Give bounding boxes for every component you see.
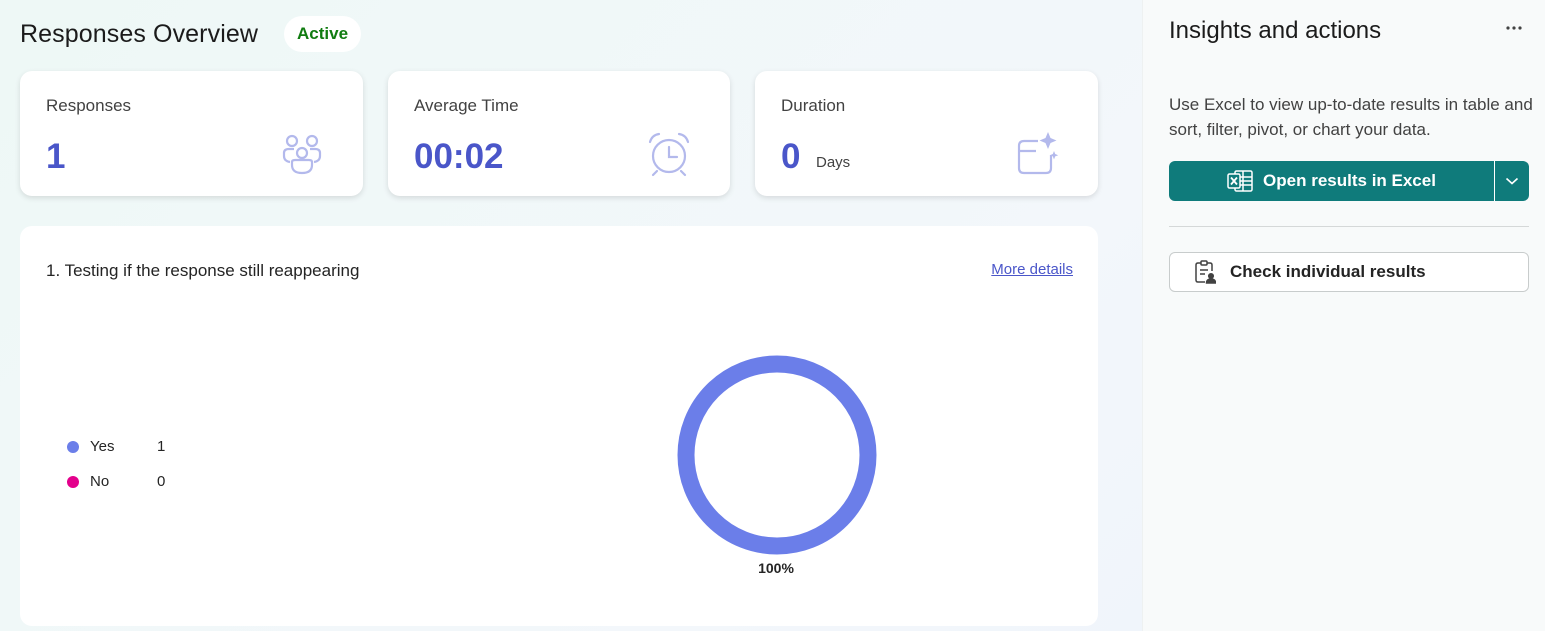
chart-legend: Yes 1 No 0 xyxy=(67,429,165,499)
responses-value: 1 xyxy=(46,137,66,176)
duration-value: 0 xyxy=(781,137,801,176)
alarm-clock-icon xyxy=(648,132,690,177)
duration-unit: Days xyxy=(816,154,851,171)
legend-label-yes: Yes xyxy=(90,438,115,455)
legend-dot-yes xyxy=(67,440,79,453)
overview-header: Responses Overview Active xyxy=(20,16,362,52)
question-card: 1. Testing if the response still reappea… xyxy=(20,226,1098,626)
legend-item-no: No 0 xyxy=(67,464,165,499)
responses-card: Responses 1 xyxy=(20,71,363,196)
legend-label-no: No xyxy=(90,473,110,490)
legend-item-yes: Yes 1 xyxy=(67,429,165,464)
duration-label: Duration xyxy=(781,96,846,115)
responses-label: Responses xyxy=(46,96,132,115)
duration-card: Duration 0 Days xyxy=(755,71,1098,196)
donut-data-label: 100% xyxy=(758,560,794,576)
more-details-link[interactable]: More details xyxy=(991,261,1073,278)
page-title: Responses Overview xyxy=(20,19,259,48)
responses-overview-panel: Responses Overview Active Responses 1 Av… xyxy=(0,0,1142,631)
check-individual-results-button[interactable]: Check individual results xyxy=(1169,252,1529,292)
insights-description: Use Excel to view up-to-date results in … xyxy=(1169,95,1533,139)
people-icon xyxy=(282,134,322,175)
calendar-sparkle-icon xyxy=(1017,132,1059,175)
open-in-excel-split-button: Open results in Excel xyxy=(1169,161,1529,201)
clipboard-person-icon xyxy=(1195,260,1216,284)
divider xyxy=(1169,226,1529,227)
excel-icon xyxy=(1227,170,1253,192)
status-badge: Active xyxy=(284,16,362,52)
average-time-card: Average Time 00:02 xyxy=(388,71,730,196)
insights-panel: Insights and actions Use Excel to view u… xyxy=(1142,0,1545,631)
more-options-icon[interactable] xyxy=(1504,18,1524,38)
average-time-label: Average Time xyxy=(414,96,519,115)
open-in-excel-button[interactable]: Open results in Excel xyxy=(1169,161,1494,201)
check-individual-results-label: Check individual results xyxy=(1230,262,1426,281)
open-in-excel-label: Open results in Excel xyxy=(1263,171,1436,190)
legend-count-no: 0 xyxy=(157,473,166,490)
donut-chart xyxy=(677,355,877,555)
insights-title: Insights and actions xyxy=(1169,17,1382,44)
legend-dot-no xyxy=(67,475,79,488)
donut-slice-yes xyxy=(677,355,877,555)
excel-options-dropdown[interactable] xyxy=(1494,161,1529,201)
average-time-value: 00:02 xyxy=(414,137,504,176)
question-title: 1. Testing if the response still reappea… xyxy=(46,261,360,280)
chevron-down-icon xyxy=(1505,177,1519,185)
legend-count-yes: 1 xyxy=(157,438,166,455)
